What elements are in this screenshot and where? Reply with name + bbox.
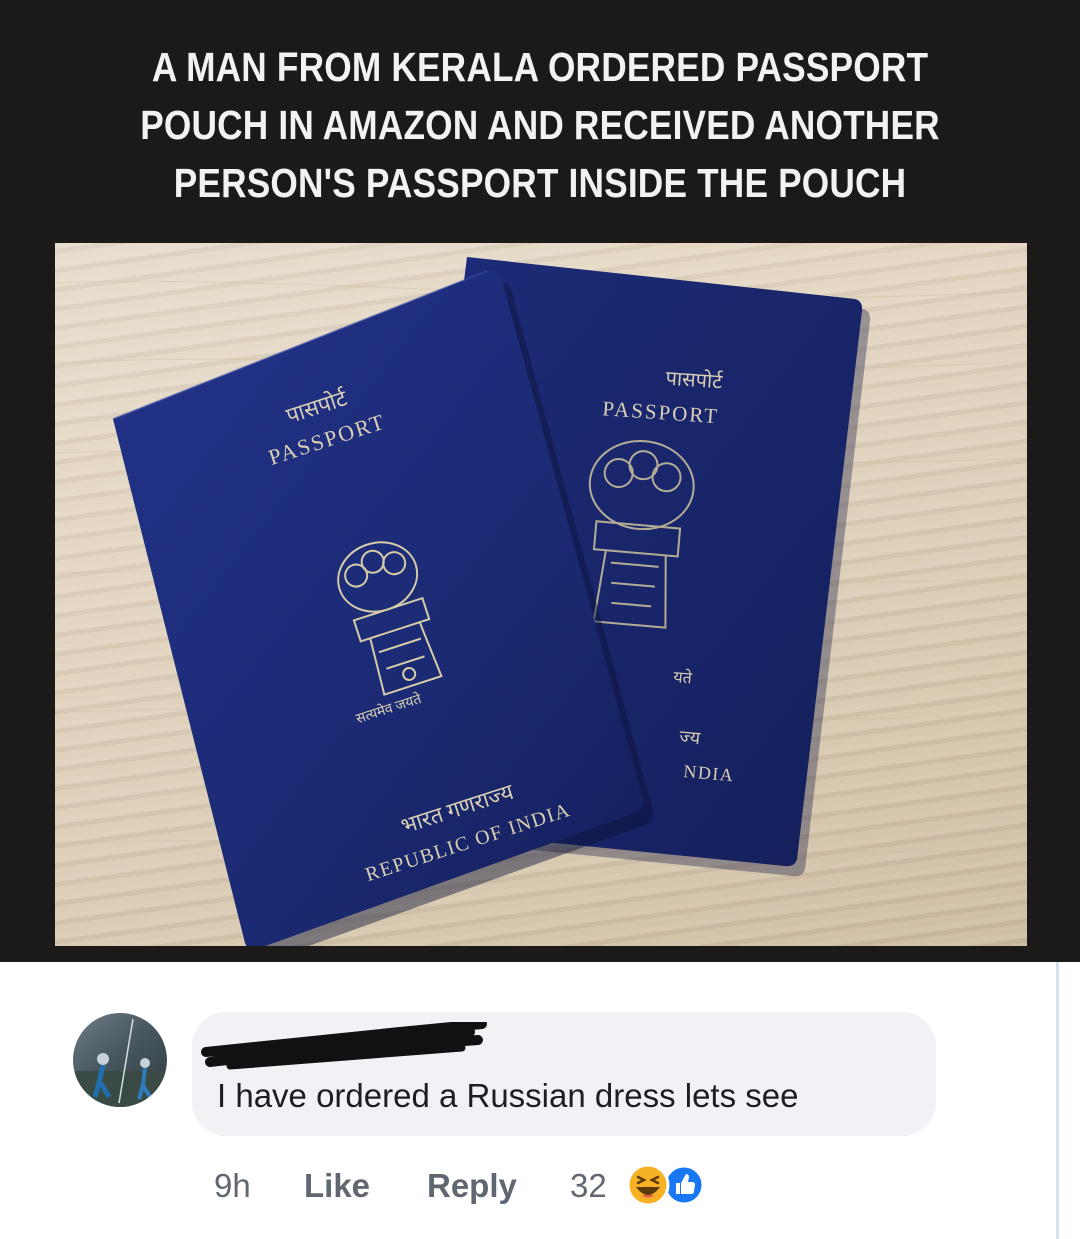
commenter-avatar[interactable] — [73, 1013, 167, 1107]
post-card: A MAN FROM KERALA ORDERED PASSPORT POUCH… — [0, 0, 1080, 962]
reply-button[interactable]: Reply — [427, 1167, 517, 1207]
back-partial-hindi: ज्य — [679, 727, 702, 749]
back-partial-motto: यते — [673, 667, 694, 688]
passports-illustration: पासपोर्ट PASSPORT यते ज्य NDIA पासपोर्ट … — [55, 257, 1027, 946]
comment-text: I have ordered a Russian dress lets see — [217, 1077, 799, 1114]
reaction-icons[interactable] — [622, 1163, 712, 1207]
post-photo[interactable]: पासपोर्ट PASSPORT यते ज्य NDIA पासपोर्ट … — [55, 243, 1027, 946]
back-hindi-title: पासपोर्ट — [665, 367, 724, 394]
redacted-username-scribble — [201, 1022, 487, 1070]
post-headline: A MAN FROM KERALA ORDERED PASSPORT POUCH… — [140, 44, 940, 206]
avatar-photo-icon — [73, 1018, 167, 1107]
comment-timestamp[interactable]: 9h — [214, 1167, 251, 1207]
like-button[interactable]: Like — [304, 1167, 370, 1207]
scroll-edge — [1056, 962, 1059, 1239]
haha-icon — [626, 1163, 670, 1207]
reaction-count[interactable]: 32 — [570, 1167, 607, 1207]
like-icon — [663, 1164, 705, 1206]
